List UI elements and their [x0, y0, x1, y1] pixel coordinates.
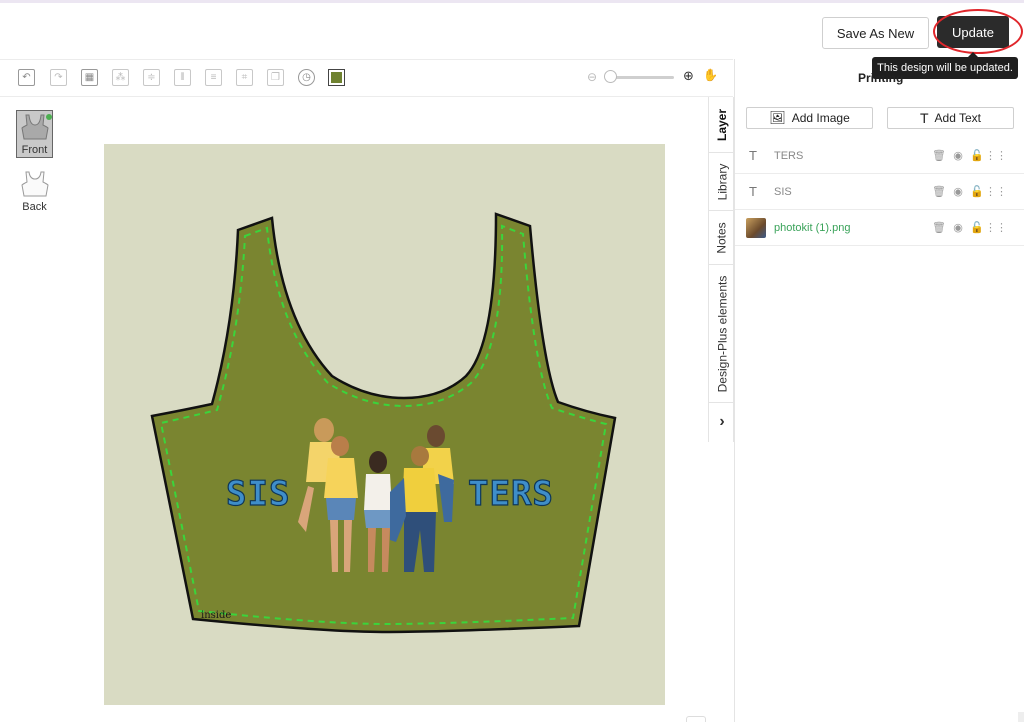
view-back-label: Back	[22, 201, 47, 213]
zoom-out-icon[interactable]: ⊖	[587, 70, 597, 84]
grid-icon[interactable]: ▦	[81, 69, 98, 86]
zoom-slider[interactable]	[610, 76, 674, 79]
layer-row[interactable]: T TERS 🗑 ◉ 🔓 ⋮⋮	[735, 138, 1024, 174]
drag-handle-icon[interactable]: ⋮⋮	[985, 185, 1007, 198]
pan-hand-icon[interactable]: ✋	[703, 68, 718, 82]
view-selector: Front Back	[0, 98, 70, 722]
zoom-in-icon[interactable]: ⊕	[683, 68, 694, 84]
tab-design-plus[interactable]: Design-Plus elements	[709, 265, 735, 403]
save-as-new-button[interactable]: Save As New	[822, 17, 929, 49]
history-icon[interactable]: ◷	[298, 69, 315, 86]
image-icon: 🖼	[769, 110, 786, 125]
zoom-slider-handle[interactable]	[604, 70, 617, 83]
eye-icon[interactable]: ◉	[952, 185, 964, 198]
active-view-indicator	[46, 114, 52, 120]
duplicate-icon[interactable]: ❐	[267, 69, 284, 86]
canvas-scroll-indicator[interactable]	[686, 716, 706, 722]
lock-icon[interactable]: 🔓	[970, 185, 984, 198]
view-front-label: Front	[21, 144, 48, 156]
eye-icon[interactable]: ◉	[952, 149, 964, 162]
layer-name: photokit (1).png	[774, 221, 851, 234]
add-image-button[interactable]: 🖼 Add Image	[746, 107, 873, 129]
tab-notes[interactable]: Notes	[709, 211, 735, 265]
view-front[interactable]: Front	[16, 110, 53, 158]
align-rows-icon[interactable]: ≡	[205, 69, 222, 86]
drag-handle-icon[interactable]: ⋮⋮	[985, 149, 1007, 162]
drag-handle-icon[interactable]: ⋮⋮	[985, 221, 1007, 234]
photo-layer[interactable]	[292, 412, 462, 576]
lock-icon[interactable]: 🔓	[970, 221, 984, 234]
trash-icon[interactable]: 🗑	[932, 149, 946, 162]
crop-top-back-icon	[17, 168, 53, 200]
add-image-label: Add Image	[791, 111, 850, 125]
tab-layer[interactable]: Layer	[709, 97, 735, 153]
trash-icon[interactable]: 🗑	[932, 185, 946, 198]
layer-name: TERS	[774, 149, 804, 162]
eye-icon[interactable]: ◉	[952, 221, 964, 234]
align-columns-icon[interactable]: ⫴	[174, 69, 191, 86]
trash-icon[interactable]: 🗑	[932, 221, 946, 234]
view-back[interactable]: Back	[16, 168, 53, 216]
add-text-button[interactable]: T Add Text	[887, 107, 1014, 129]
tab-notes-label: Notes	[715, 221, 730, 254]
undo-icon[interactable]: ↶	[18, 69, 35, 86]
color-swatch-fill	[331, 72, 342, 83]
inside-label: inside	[201, 610, 232, 621]
add-text-label: Add Text	[934, 111, 982, 125]
sis-text-layer[interactable]: SIS	[225, 473, 290, 514]
vertical-tab-bar: Layer Library Notes Design-Plus elements…	[708, 97, 735, 442]
crop-icon[interactable]: ⌗	[236, 69, 253, 86]
tab-library-label: Library	[715, 163, 729, 200]
chevron-right-icon: ›	[719, 413, 725, 430]
layer-row[interactable]: T SIS 🗑 ◉ 🔓 ⋮⋮	[735, 174, 1024, 210]
text-icon: T	[919, 110, 929, 126]
update-button[interactable]: Update	[937, 16, 1009, 48]
panel-scroll-indicator[interactable]	[1018, 712, 1024, 722]
text-layer-icon: T	[749, 148, 757, 163]
top-bar: Save As New Update	[0, 3, 1024, 59]
color-swatch-button[interactable]	[328, 69, 345, 86]
tab-layer-label: Layer	[715, 108, 729, 141]
arrange-icon[interactable]: ⁂	[112, 69, 129, 86]
layer-name: SIS	[774, 185, 792, 198]
ters-text-layer[interactable]: TERS	[467, 473, 554, 514]
align-vertical-icon[interactable]: ≑	[143, 69, 160, 86]
tab-library[interactable]: Library	[709, 153, 735, 211]
layer-row[interactable]: photokit (1).png 🗑 ◉ 🔓 ⋮⋮	[735, 210, 1024, 246]
tab-expand[interactable]: ›	[709, 403, 735, 441]
design-canvas[interactable]: SIS TERS inside	[104, 144, 665, 705]
image-layer-thumbnail	[746, 217, 766, 238]
text-layer-icon: T	[749, 184, 757, 199]
panel-title-text: Printing	[858, 71, 904, 85]
tab-design-plus-label: Design-Plus elements	[715, 275, 729, 392]
right-panel: Printing 🖼 Add Image T Add Text T TERS 🗑…	[734, 59, 1024, 722]
lock-icon[interactable]: 🔓	[970, 149, 984, 162]
redo-icon[interactable]: ↷	[50, 69, 67, 86]
